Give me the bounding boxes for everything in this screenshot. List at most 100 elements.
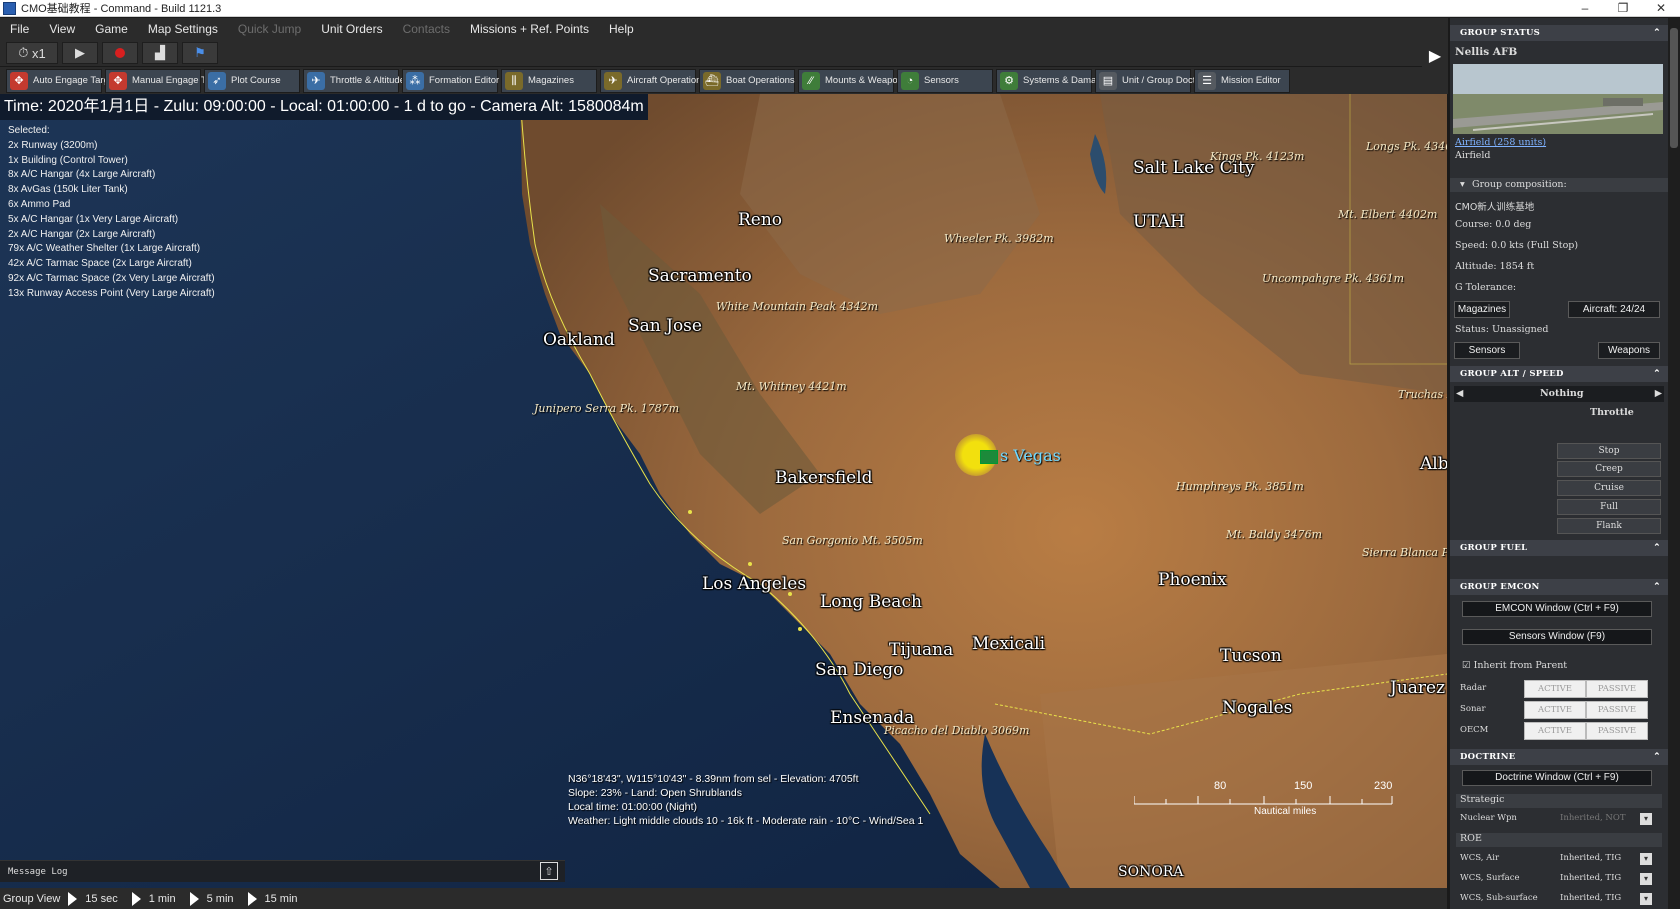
group-status-header[interactable]: GROUP STATUS ⌃ [1450, 25, 1668, 41]
throttle-cruise-button[interactable]: Cruise [1557, 480, 1661, 496]
flag-button[interactable]: ⚑ [182, 42, 218, 64]
doctrine-button[interactable]: ▤ Unit / Group Doctrine [1095, 68, 1211, 93]
aircraft-operations-button[interactable]: ✈ Aircraft Operations [600, 68, 706, 93]
throttle-full-button[interactable]: Full [1557, 499, 1661, 515]
aircraft-count-button[interactable]: Aircraft: 24/24 [1568, 301, 1660, 318]
step-15min-button[interactable]: 15 min [247, 891, 312, 906]
sensors-panel-button[interactable]: Sensors [1454, 342, 1520, 359]
mounts-weapons-button[interactable]: ⁄⁄ Mounts & Weapons [798, 68, 908, 93]
sensors-button[interactable]: ◔ Sensors [897, 68, 993, 93]
restore-icon[interactable]: ❐ [1604, 1, 1642, 15]
nuclear-row: Nuclear Wpn Inherited, NOT ▾ [1460, 813, 1660, 825]
emcon-header[interactable]: GROUP EMCON ⌃ [1450, 579, 1668, 595]
plot-course-button[interactable]: ➶ Plot Course [204, 68, 300, 93]
inherit-checkbox[interactable]: ☑ Inherit from Parent [1462, 660, 1567, 671]
collapse-icon[interactable]: ⌃ [1653, 366, 1661, 382]
arrow-left-icon[interactable]: ◀ [1456, 388, 1463, 399]
radar-passive-button[interactable]: PASSIVE [1586, 680, 1648, 698]
selected-item: 13x Runway Access Point (Very Large Airc… [8, 287, 215, 299]
collapse-icon[interactable]: ⌃ [1653, 579, 1661, 595]
collapse-icon[interactable]: ⌃ [1653, 25, 1661, 41]
menu-file[interactable]: File [0, 22, 39, 36]
panel-scrollbar[interactable] [1668, 18, 1680, 909]
panel-toggle-arrow-icon[interactable]: ▶ [1422, 18, 1448, 94]
menu-quick-jump[interactable]: Quick Jump [228, 22, 311, 36]
city-label: San Diego [815, 660, 904, 680]
oecm-passive-button[interactable]: PASSIVE [1586, 722, 1648, 740]
sonar-active-button[interactable]: ACTIVE [1524, 701, 1586, 719]
step-5min-button[interactable]: 5 min [189, 891, 248, 906]
play-step-icon [247, 891, 257, 906]
group-view-label[interactable]: Group View [0, 893, 68, 905]
runway-button[interactable]: ▟ [142, 42, 178, 64]
menu-contacts[interactable]: Contacts [393, 22, 460, 36]
formation-editor-button[interactable]: ⁂ Formation Editor [402, 68, 499, 93]
doctrine-header[interactable]: DOCTRINE ⌃ [1450, 749, 1668, 765]
dropdown-icon[interactable]: ▾ [1640, 893, 1652, 905]
magazines-panel-button[interactable]: Magazines [1454, 301, 1510, 318]
emcon-window-button[interactable]: EMCON Window (Ctrl + F9) [1462, 601, 1652, 617]
weapons-panel-button[interactable]: Weapons [1598, 342, 1660, 359]
play-button[interactable]: ▶ [62, 42, 98, 64]
sonar-passive-button[interactable]: PASSIVE [1586, 701, 1648, 719]
fuel-header[interactable]: GROUP FUEL ⌃ [1450, 540, 1668, 556]
message-log-bar[interactable]: Message Log [0, 860, 565, 882]
speed-readout: Speed: 0.0 kts (Full Stop) [1455, 240, 1579, 251]
throttle-stop-button[interactable]: Stop [1557, 443, 1661, 459]
menu-bar: File View Game Map Settings Quick Jump U… [0, 18, 1440, 40]
mission-editor-button[interactable]: ☰ Mission Editor [1194, 68, 1290, 93]
magazines-button[interactable]: ⫼ Magazines [501, 68, 597, 93]
boat-operations-button[interactable]: ⛴ Boat Operations [699, 68, 795, 93]
auto-engage-button[interactable]: ✥ Auto Engage Target [6, 68, 117, 93]
sensors-window-button[interactable]: Sensors Window (F9) [1462, 629, 1652, 645]
dropdown-icon[interactable]: ▾ [1640, 873, 1652, 885]
city-label: Reno [738, 210, 783, 230]
menu-view[interactable]: View [39, 22, 85, 36]
time-compression-button[interactable]: ⏱ x1 [6, 42, 58, 64]
close-icon[interactable]: ✕ [1642, 1, 1680, 15]
city-label: Bakersfield [775, 468, 873, 488]
menu-help[interactable]: Help [599, 22, 644, 36]
minimize-icon[interactable]: – [1566, 1, 1604, 15]
composition-row[interactable]: ▾ Group composition: [1450, 178, 1668, 192]
radar-active-button[interactable]: ACTIVE [1524, 680, 1586, 698]
roe-row: WCS, Air Inherited, TIG ▾ [1460, 853, 1660, 865]
alt-speed-header[interactable]: GROUP ALT / SPEED ⌃ [1450, 366, 1668, 382]
city-label: Sacramento [648, 266, 752, 286]
collapse-icon[interactable]: ⌃ [1653, 749, 1661, 765]
dropdown-icon[interactable]: ▾ [1640, 813, 1652, 825]
doctrine-window-button[interactable]: Doctrine Window (Ctrl + F9) [1462, 770, 1652, 786]
city-label: San Jose [628, 316, 702, 336]
oecm-active-button[interactable]: ACTIVE [1524, 722, 1586, 740]
menu-game[interactable]: Game [85, 22, 138, 36]
peak-label: White Mountain Peak 4342m [716, 300, 879, 313]
altitude-selector[interactable]: ◀ Nothing ▶ [1454, 386, 1664, 402]
scale-tick: 230 [1374, 780, 1393, 792]
throttle-altitude-button[interactable]: ✈ Throttle & Altitude [303, 68, 405, 93]
dropdown-icon[interactable]: ▾ [1640, 853, 1652, 865]
systems-damage-button[interactable]: ⚙ Systems & Damage [996, 68, 1107, 93]
scroll-thumb[interactable] [1670, 28, 1678, 148]
airfield-link[interactable]: Airfield (258 units) [1455, 137, 1546, 148]
manual-engage-button[interactable]: ✥ Manual Engage Target [105, 68, 227, 93]
selected-item: 8x A/C Hangar (4x Large Aircraft) [8, 169, 156, 181]
peak-label: Humphreys Pk. 3851m [1176, 480, 1304, 493]
roe-section[interactable]: ROE [1456, 833, 1662, 847]
menu-map-settings[interactable]: Map Settings [138, 22, 228, 36]
city-label: Los Angeles [702, 574, 807, 594]
arrow-right-icon[interactable]: ▶ [1655, 388, 1662, 399]
step-15sec-button[interactable]: 15 sec [68, 891, 131, 906]
city-label: Albu [1420, 454, 1447, 474]
throttle-creep-button[interactable]: Creep [1557, 461, 1661, 477]
expand-log-icon[interactable]: ⇧ [540, 862, 558, 880]
unit-map-label[interactable]: s Vegas [1000, 446, 1061, 465]
map-view[interactable]: Time: 2020年1月1日 - Zulu: 09:00:00 - Local… [0, 94, 1447, 888]
throttle-flank-button[interactable]: Flank [1557, 518, 1661, 534]
airfield-unit-icon[interactable] [980, 450, 998, 464]
menu-unit-orders[interactable]: Unit Orders [311, 22, 392, 36]
record-button[interactable] [102, 42, 138, 64]
collapse-icon[interactable]: ⌃ [1653, 540, 1661, 556]
step-1min-button[interactable]: 1 min [131, 891, 190, 906]
strategic-section[interactable]: Strategic [1456, 794, 1662, 808]
menu-missions[interactable]: Missions + Ref. Points [460, 22, 599, 36]
